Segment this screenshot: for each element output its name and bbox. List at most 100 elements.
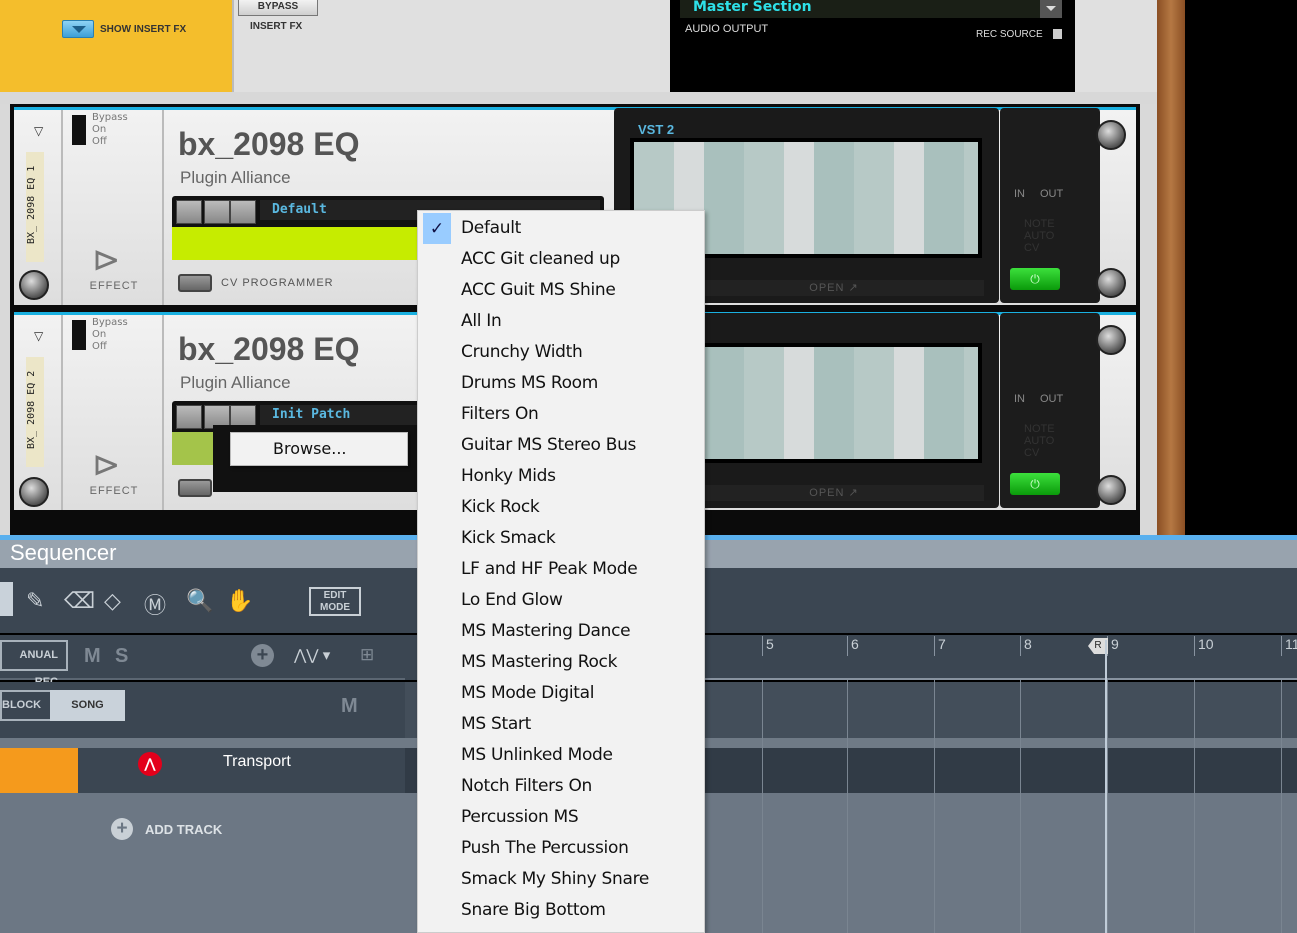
patch-prev-next-button[interactable]	[176, 200, 202, 224]
bar-number: 11	[1281, 636, 1297, 656]
bypass-switch[interactable]	[72, 320, 86, 350]
transport-track-name: Transport	[223, 753, 291, 770]
rack-wood-rail	[1157, 0, 1185, 535]
effect-icon: ⊳	[92, 241, 121, 279]
audio-output-value: Master Section	[693, 0, 812, 15]
patch-menu-item[interactable]: Lo End Glow	[461, 590, 563, 610]
song-mode-button[interactable]: SONG	[50, 690, 125, 721]
in-label: IN	[1014, 393, 1025, 405]
song-position-line[interactable]	[1105, 640, 1107, 933]
bar-gridline	[1281, 680, 1282, 933]
manual-rec-button[interactable]: ANUAL REC	[0, 640, 68, 688]
divider	[162, 110, 164, 305]
razor-icon[interactable]: ◇	[104, 588, 121, 614]
audio-output-label: AUDIO OUTPUT	[685, 23, 769, 35]
insert-fx-label: INSERT FX	[250, 21, 303, 32]
patch-menu-item[interactable]: All In	[461, 311, 502, 331]
select-tool-button[interactable]	[0, 582, 13, 616]
patch-menu-item[interactable]: Kick Rock	[461, 497, 540, 517]
patch-menu-item[interactable]: MS Mastering Dance	[461, 621, 631, 641]
mute-blocks-button[interactable]: M	[341, 695, 358, 718]
power-button[interactable]: ⏻	[1010, 473, 1060, 495]
browse-menu-item[interactable]: Browse...	[230, 432, 408, 466]
bar-number: 6	[847, 636, 859, 656]
divider	[61, 110, 63, 305]
cv-programmer-toggle[interactable]	[178, 479, 212, 497]
cv-programmer-toggle[interactable]	[178, 274, 212, 292]
patch-menu-item[interactable]: MS Mastering Rock	[461, 652, 617, 672]
patch-menu-item[interactable]: Filters On	[461, 404, 539, 424]
bar-gridline	[1020, 680, 1021, 933]
device-name-tape[interactable]: BX_ 2098 EQ 1	[26, 152, 44, 262]
in-label: IN	[1014, 188, 1025, 200]
rack-screw-icon	[1096, 120, 1126, 150]
save-icon[interactable]	[230, 200, 256, 224]
grid-icon[interactable]: ⊞	[360, 645, 374, 665]
device-manufacturer: Plugin Alliance	[180, 373, 291, 392]
bypass-switch[interactable]	[72, 115, 86, 145]
patch-menu-item[interactable]: Guitar MS Stereo Bus	[461, 435, 636, 455]
bar-number: 8	[1020, 636, 1032, 656]
mute-button[interactable]: M	[84, 645, 101, 668]
open-plugin-button[interactable]: OPEN ↗	[684, 485, 984, 501]
device-name-tape[interactable]: BX_ 2098 EQ 2	[26, 357, 44, 467]
patch-menu-item[interactable]: Drums MS Room	[461, 373, 598, 393]
edit-mode-button[interactable]: EDIT MODE	[309, 587, 361, 616]
patch-menu-item[interactable]: Crunchy Width	[461, 342, 583, 362]
sequencer-title: Sequencer	[10, 540, 117, 565]
patch-menu-item[interactable]: ACC Guit MS Shine	[461, 280, 616, 300]
ruler-baseline	[705, 678, 1297, 680]
divider	[61, 315, 63, 510]
bar-number: 5	[762, 636, 774, 656]
patch-menu-item[interactable]: Push The Percussion	[461, 838, 629, 858]
led-labels: NOTE AUTO CV	[1024, 423, 1055, 459]
add-track-button[interactable]: ADD TRACK	[145, 822, 222, 837]
divider	[162, 315, 164, 510]
transport-clip[interactable]	[0, 748, 78, 793]
fold-triangle-icon[interactable]: ▽	[34, 124, 43, 138]
add-icon[interactable]: +	[251, 644, 274, 667]
eraser-icon[interactable]: ⌫	[64, 588, 95, 614]
patch-menu-item[interactable]: Percussion MS	[461, 807, 579, 827]
folder-icon[interactable]	[204, 200, 230, 224]
open-plugin-button[interactable]: OPEN ↗	[684, 280, 984, 296]
patch-menu-item[interactable]: MS Unlinked Mode	[461, 745, 613, 765]
patch-menu-item[interactable]: Snare Big Bottom	[461, 900, 606, 920]
effect-label: EFFECT	[89, 485, 139, 497]
effect-label: EFFECT	[89, 280, 139, 292]
fold-triangle-icon[interactable]: ▽	[34, 329, 43, 343]
bypass-labels: Bypass On Off	[92, 112, 128, 147]
patch-menu-item[interactable]: Smack My Shiny Snare	[461, 869, 649, 889]
add-track-icon[interactable]: +	[111, 818, 133, 840]
bar-gridline	[762, 680, 763, 933]
bypass-button[interactable]: BYPASS	[238, 0, 318, 16]
power-button[interactable]: ⏻	[1010, 268, 1060, 290]
patch-menu-item[interactable]: MS Mode Digital	[461, 683, 595, 703]
pencil-icon[interactable]: ✎	[26, 588, 44, 614]
solo-button[interactable]: S	[115, 645, 128, 668]
patch-menu-item[interactable]: Default	[461, 218, 521, 238]
patch-menu-item[interactable]: LF and HF Peak Mode	[461, 559, 638, 579]
rec-source-checkbox[interactable]	[1053, 29, 1062, 39]
patch-menu-item[interactable]: ACC Git cleaned up	[461, 249, 620, 269]
automation-icon[interactable]: ⋀⋁ ▾	[294, 646, 330, 664]
block-mode-button[interactable]: BLOCK	[0, 690, 50, 721]
out-label: OUT	[1040, 188, 1064, 200]
out-label: OUT	[1040, 393, 1064, 405]
rack-screw-icon	[1096, 268, 1126, 298]
io-meter: IN OUT NOTE AUTO CV ⏻	[1000, 313, 1135, 508]
chevron-down-icon	[1040, 0, 1062, 18]
patch-menu-item[interactable]: Notch Filters On	[461, 776, 592, 796]
show-insert-fx-button[interactable]	[62, 20, 94, 38]
magnify-icon[interactable]: 🔍	[186, 588, 213, 614]
browse-context-menu: Browse...	[213, 425, 436, 492]
mute-tool-icon[interactable]: Ⓜ	[144, 588, 166, 620]
hand-icon[interactable]: ✋	[226, 588, 253, 614]
rack-screw-icon	[1096, 325, 1126, 355]
bar-number: 7	[934, 636, 946, 656]
audio-output-dropdown[interactable]: Master Section	[680, 0, 1062, 18]
patch-menu-item[interactable]: Kick Smack	[461, 528, 556, 548]
patch-menu-item[interactable]: Honky Mids	[461, 466, 556, 486]
patch-prev-next-button[interactable]	[176, 405, 202, 429]
patch-menu-item[interactable]: MS Start	[461, 714, 531, 734]
